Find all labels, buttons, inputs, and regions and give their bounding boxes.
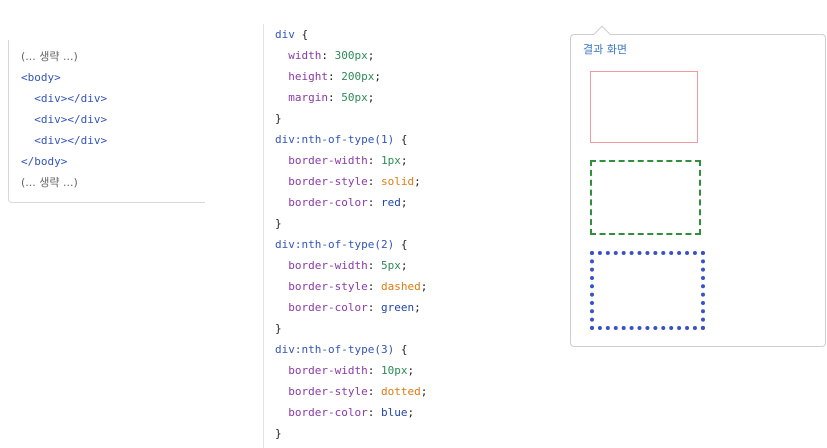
css-declaration: border-color: red; — [288, 196, 408, 209]
open-brace: { — [394, 343, 408, 356]
html-line-div-1: <div></div> — [21, 92, 108, 105]
speech-bubble-notch — [593, 25, 611, 43]
property-value: 10px — [380, 364, 408, 377]
property-name: height — [288, 70, 328, 83]
property-value: 5px — [380, 259, 401, 272]
css-declaration: border-width: 5px; — [288, 259, 408, 272]
property-value: solid — [380, 175, 415, 188]
property-value: dotted — [380, 385, 421, 398]
css-declaration: margin: 50px; — [288, 91, 375, 104]
html-line-omitted-bottom: (... 생략 ...) — [21, 176, 78, 189]
property-name: border-style — [288, 385, 368, 398]
css-declaration: border-color: blue; — [288, 406, 415, 419]
property-name: border-width — [288, 364, 368, 377]
dashed-border-box — [590, 160, 701, 235]
property-name: border-width — [288, 259, 368, 272]
selector-text: div:nth-of-type(1) — [275, 133, 395, 146]
close-brace: } — [275, 217, 282, 230]
selector-text: div:nth-of-type(3) — [275, 343, 395, 356]
html-line-div-3: <div></div> — [21, 134, 108, 147]
property-value: red — [380, 196, 401, 209]
solid-border-box — [590, 71, 698, 143]
css-declaration: width: 300px; — [288, 49, 375, 62]
css-declaration: border-width: 10px; — [288, 364, 415, 377]
property-name: border-color — [288, 406, 368, 419]
css-declaration: border-style: solid; — [288, 175, 421, 188]
css-declaration: border-width: 1px; — [288, 154, 408, 167]
property-value: green — [380, 301, 415, 314]
property-value: dashed — [380, 280, 421, 293]
selector-text: div:nth-of-type(2) — [275, 238, 395, 251]
property-value: 50px — [341, 91, 368, 104]
property-name: border-color — [288, 196, 368, 209]
css-rule-selector: div:nth-of-type(2) { — [275, 238, 407, 252]
property-value: 1px — [380, 154, 401, 167]
html-line-body-close: </body> — [21, 155, 68, 168]
property-name: border-width — [288, 154, 368, 167]
css-declaration: height: 200px; — [288, 70, 381, 83]
property-value: 200px — [341, 70, 375, 83]
css-rule-selector: div { — [275, 28, 308, 42]
css-declaration: border-style: dashed; — [288, 280, 428, 293]
property-name: margin — [288, 91, 328, 104]
result-preview-panel: 결과 화면 — [570, 25, 826, 347]
code-divider — [263, 24, 264, 448]
property-value: blue — [380, 406, 408, 419]
dotted-border-box — [590, 251, 705, 330]
property-name: width — [288, 49, 322, 62]
result-title: 결과 화면 — [583, 43, 627, 56]
property-value: 300px — [334, 49, 368, 62]
css-declaration: border-color: green; — [288, 301, 421, 314]
close-brace: } — [275, 427, 282, 440]
close-brace: } — [275, 112, 282, 125]
property-name: border-style — [288, 280, 368, 293]
property-name: border-color — [288, 301, 368, 314]
html-snippet-panel: (... 생략 ...) <body> <div></div> <div></d… — [8, 40, 205, 203]
css-declaration: border-style: dotted; — [288, 385, 428, 398]
css-rule-selector: div:nth-of-type(3) { — [275, 343, 407, 357]
html-line-div-2: <div></div> — [21, 113, 108, 126]
html-line-omitted-top: (... 생략 ...) — [21, 50, 78, 63]
open-brace: { — [394, 133, 408, 146]
open-brace: { — [294, 28, 309, 41]
open-brace: { — [394, 238, 408, 251]
css-rule-selector: div:nth-of-type(1) { — [275, 133, 407, 147]
property-name: border-style — [288, 175, 368, 188]
selector-text: div — [275, 28, 295, 41]
html-line-body-open: <body> — [21, 71, 61, 84]
close-brace: } — [275, 322, 282, 335]
